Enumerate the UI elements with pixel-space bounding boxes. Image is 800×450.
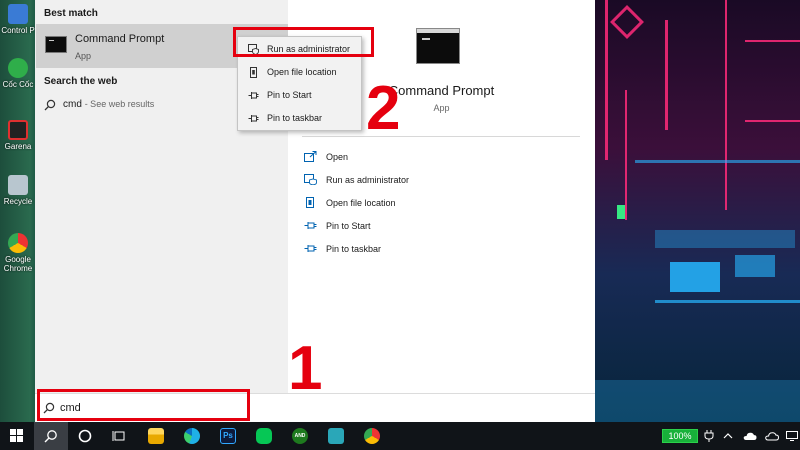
command-prompt-icon: [45, 36, 67, 53]
web-hint-text: - See web results: [84, 99, 155, 109]
start-button[interactable]: [0, 422, 34, 450]
taskbar-file-explorer[interactable]: [139, 422, 173, 450]
and-icon: AND: [292, 428, 308, 444]
step-number-1: 1: [288, 334, 323, 403]
search-web-heading: Search the web: [44, 76, 118, 87]
file-location-icon: [248, 67, 259, 78]
command-prompt-icon: [416, 28, 460, 64]
context-item-label: Open file location: [267, 67, 337, 77]
edge-icon: [184, 428, 200, 444]
action-open-file-location[interactable]: Open file location: [302, 193, 580, 213]
action-pin-to-start[interactable]: Pin to Start: [302, 216, 580, 236]
app-icon: [328, 428, 344, 444]
display-icon[interactable]: [786, 431, 798, 441]
taskbar-and[interactable]: AND: [283, 422, 317, 450]
desktop-icon-garena[interactable]: Garena: [0, 120, 36, 151]
action-label: Open: [326, 152, 349, 162]
action-label: Pin to taskbar: [326, 244, 382, 254]
chevron-up-icon[interactable]: [723, 432, 733, 440]
taskbar-chrome[interactable]: [355, 422, 389, 450]
action-run-as-administrator[interactable]: Run as administrator: [302, 170, 580, 190]
cortana-button[interactable]: [68, 422, 102, 450]
detail-divider: [302, 136, 580, 137]
chrome-icon: [8, 233, 28, 253]
search-icon: [44, 430, 57, 443]
context-item-label: Pin to Start: [267, 90, 312, 100]
desktop-icon-recycle-bin[interactable]: Recycle: [0, 175, 36, 206]
action-pin-to-taskbar[interactable]: Pin to taskbar: [302, 239, 580, 259]
pin-icon: [248, 113, 259, 124]
cloud-icon[interactable]: [743, 432, 757, 441]
step-number-2: 2: [366, 74, 401, 143]
search-icon: [44, 99, 56, 114]
context-item-label: Pin to taskbar: [267, 113, 323, 123]
best-match-title: Command Prompt: [75, 33, 165, 45]
taskbar-search-button[interactable]: [34, 422, 68, 450]
highlight-search-input: [37, 389, 250, 421]
pin-icon: [304, 220, 317, 231]
web-query-text: cmd: [63, 99, 82, 110]
context-pin-to-taskbar[interactable]: Pin to taskbar: [238, 107, 361, 130]
action-label: Pin to Start: [326, 221, 371, 231]
taskbar-edge[interactable]: [175, 422, 209, 450]
taskbar-line[interactable]: [247, 422, 281, 450]
garena-icon: [8, 120, 28, 140]
coccoc-browser-icon: [8, 58, 28, 78]
file-explorer-icon: [148, 428, 164, 444]
file-location-icon: [304, 197, 317, 208]
pin-icon: [248, 90, 259, 101]
pin-icon: [304, 243, 317, 254]
battery-indicator[interactable]: 100%: [662, 429, 698, 443]
best-match-heading: Best match: [44, 8, 98, 19]
chrome-icon: [364, 428, 380, 444]
plug-icon: [704, 430, 714, 442]
open-icon: [304, 151, 317, 162]
taskbar-photoshop[interactable]: Ps: [211, 422, 245, 450]
taskbar-app[interactable]: [319, 422, 353, 450]
action-label: Run as administrator: [326, 175, 410, 185]
windows-start-icon: [10, 429, 23, 442]
taskbar: Ps AND 100%: [0, 422, 800, 450]
cortana-icon: [78, 429, 92, 443]
context-open-file-location[interactable]: Open file location: [238, 61, 361, 84]
task-view-button[interactable]: [102, 422, 136, 450]
best-match-subtitle: App: [75, 51, 92, 61]
desktop-icon-control-panel[interactable]: Control P: [0, 4, 36, 35]
action-label: Open file location: [326, 198, 396, 208]
desktop-icon-chrome[interactable]: Google Chrome: [0, 233, 36, 273]
wallpaper: [595, 0, 800, 422]
context-pin-to-start[interactable]: Pin to Start: [238, 84, 361, 107]
control-panel-icon: [8, 4, 28, 24]
highlight-run-as-administrator: [233, 27, 374, 57]
shield-admin-icon: [304, 174, 317, 186]
photoshop-icon: Ps: [220, 428, 236, 444]
cloud-sync-icon[interactable]: [765, 432, 779, 441]
desktop-icon-coccoc[interactable]: Cốc Cốc: [0, 58, 36, 89]
line-icon: [256, 428, 272, 444]
action-open[interactable]: Open: [302, 147, 580, 167]
recycle-bin-icon: [8, 175, 28, 195]
task-view-icon: [112, 431, 125, 441]
